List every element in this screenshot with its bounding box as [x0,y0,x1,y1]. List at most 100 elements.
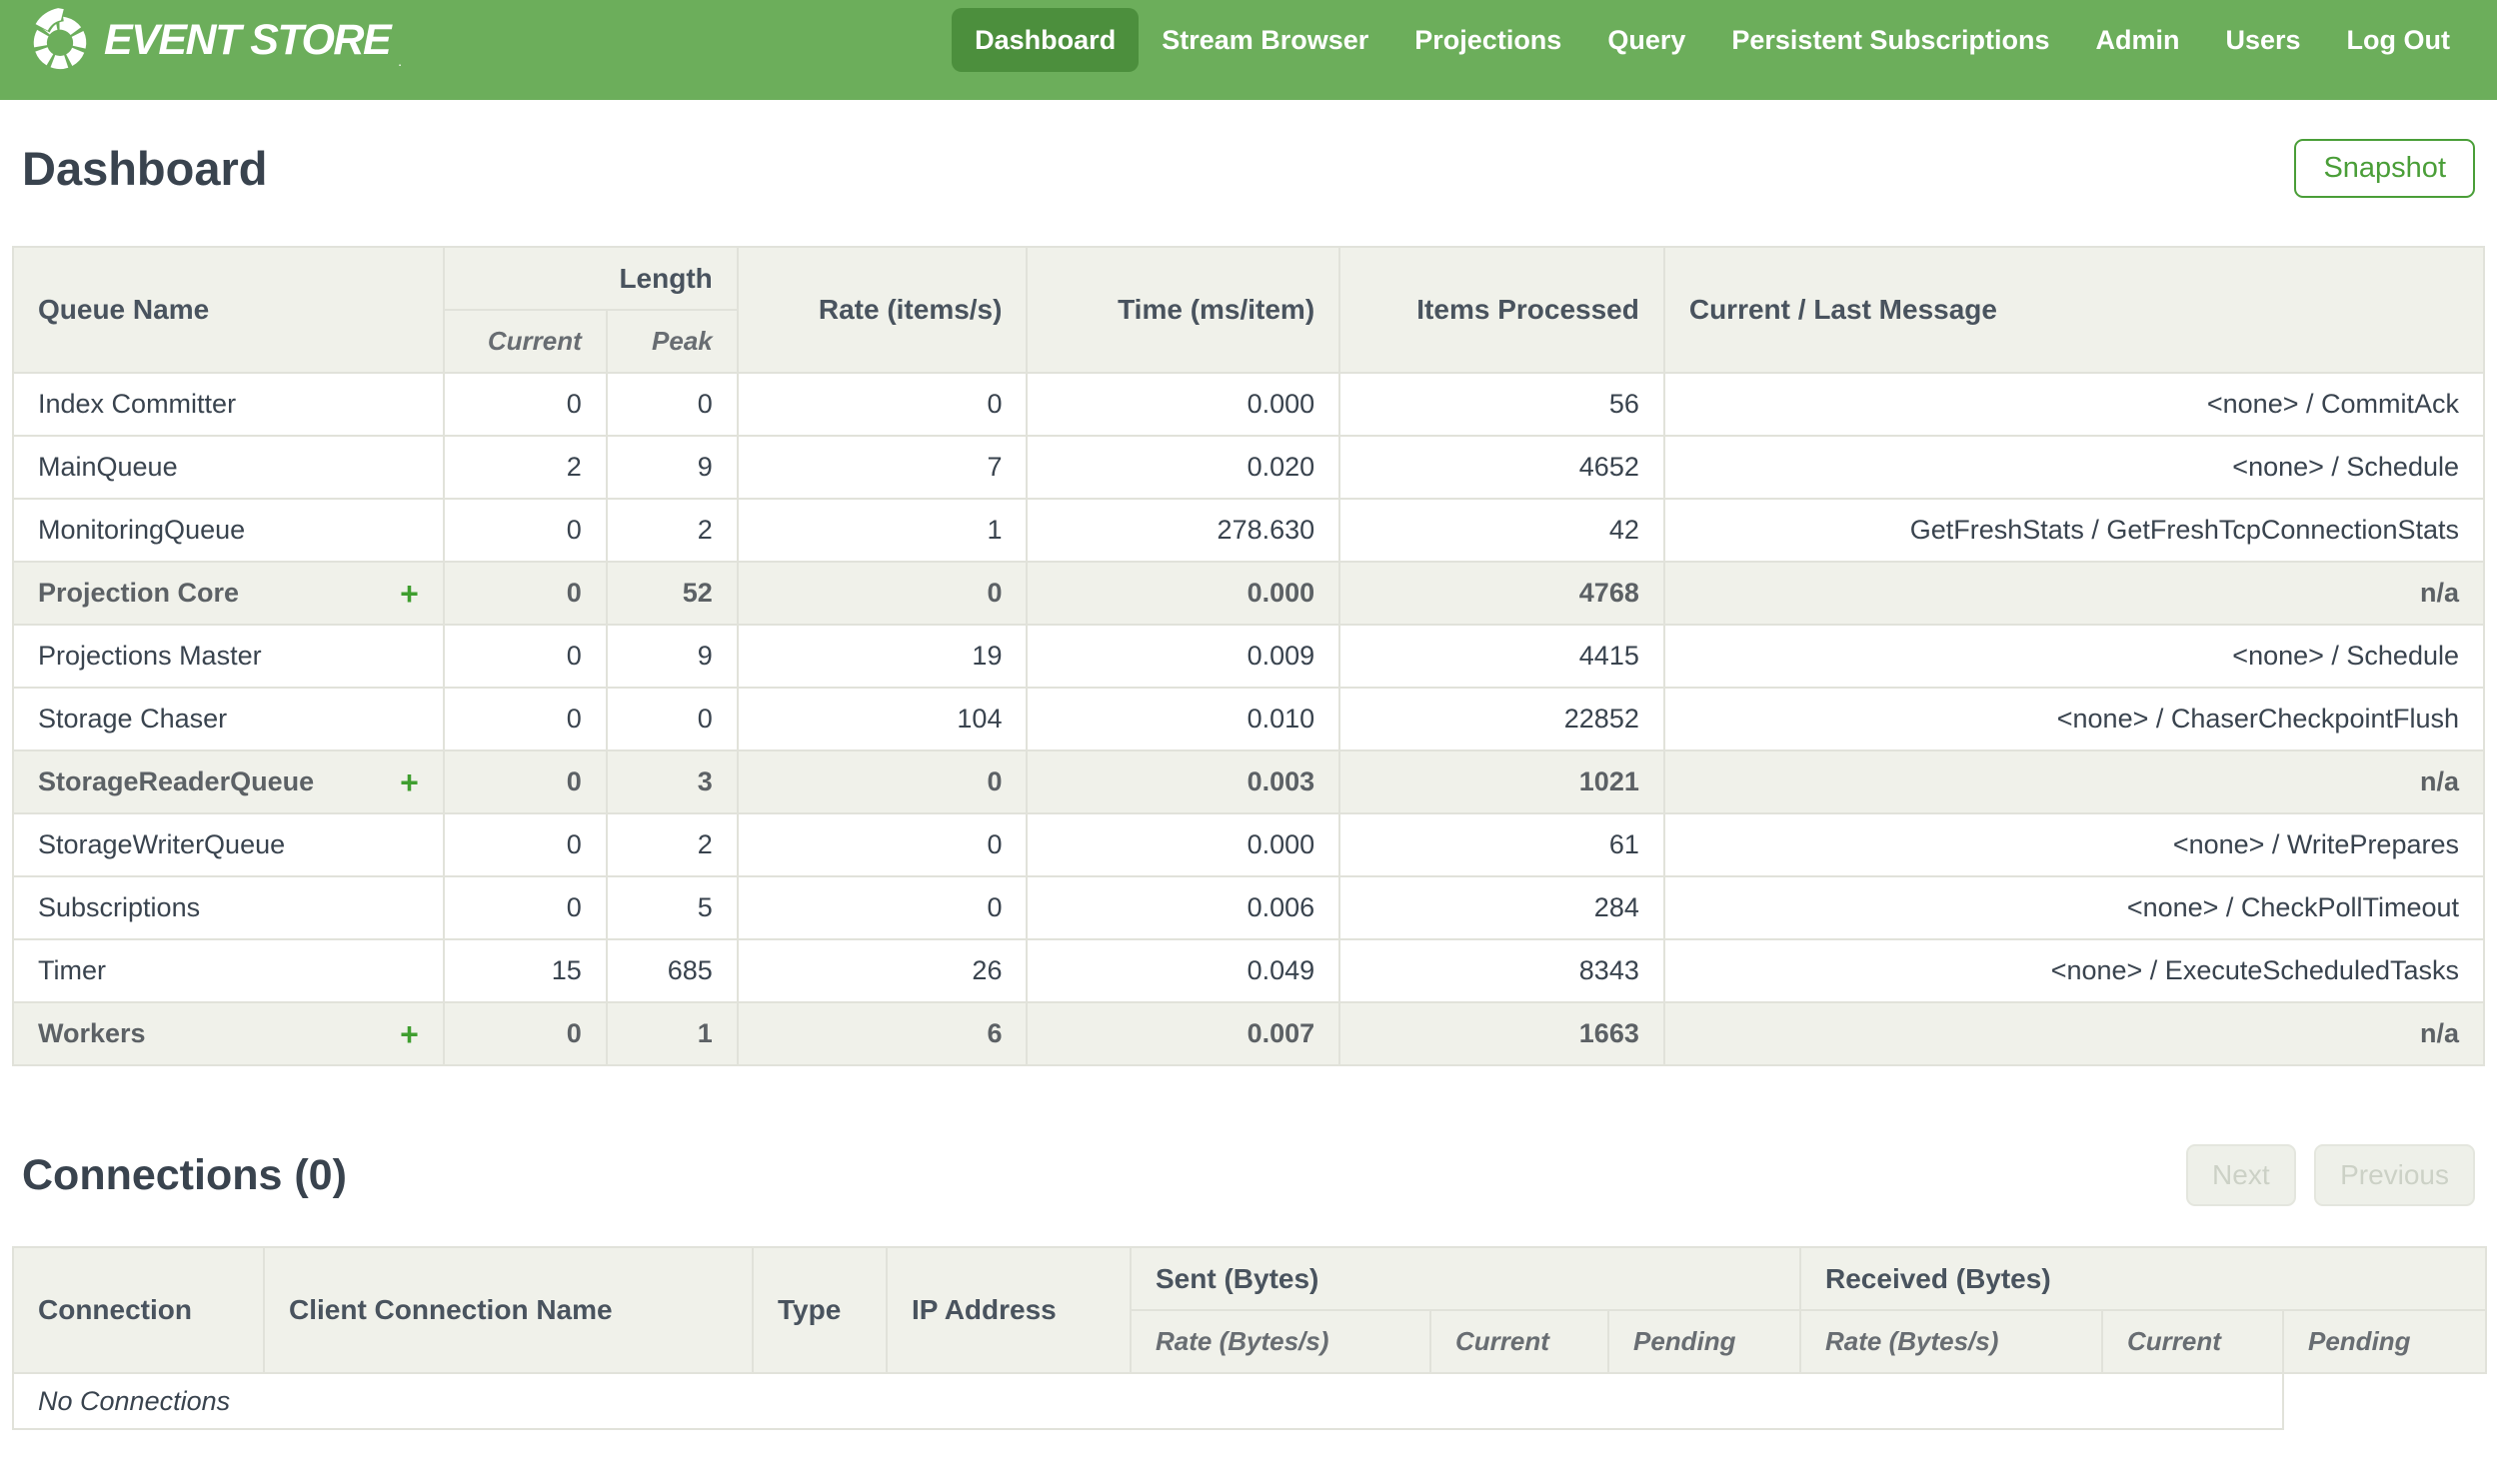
queue-name-cell: Storage Chaser [12,687,445,751]
queue-peak-cell: 0 [605,372,739,437]
queue-name: Projections Master [38,641,262,671]
queue-peak-cell: 2 [605,812,739,877]
queue-items-cell: 22852 [1338,687,1665,751]
next-button[interactable]: Next [2186,1144,2296,1206]
queue-current-cell: 0 [442,372,608,437]
col-type: Type [752,1246,888,1374]
connections-header-row: Connections (0) Next Previous [12,1140,2485,1210]
queue-time-cell: 278.630 [1026,498,1341,563]
col-client-connection-name: Client Connection Name [263,1246,754,1374]
queue-name: Projection Core [38,578,240,608]
col-length: Length [442,246,739,311]
queue-peak-cell: 5 [605,875,739,940]
queue-rate-cell: 7 [736,435,1029,500]
event-store-logo-icon [30,7,90,73]
queue-current-cell: 0 [442,749,608,814]
queue-current-cell: 0 [442,561,608,626]
queue-message-cell: n/a [1662,749,2486,814]
connections-title: Connections (0) [22,1150,347,1199]
queue-name: MonitoringQueue [38,515,246,545]
queue-name-cell: StorageReaderQueue + [12,749,445,814]
queue-items-cell: 4652 [1338,435,1665,500]
queues-table: Queue Name Length Rate (items/s) Time (m… [12,246,2486,1066]
queue-name-cell: MonitoringQueue [12,498,445,563]
queue-items-cell: 61 [1338,812,1665,877]
col-items-processed: Items Processed [1338,246,1665,374]
nav-item-query[interactable]: Query [1584,8,1708,72]
snapshot-button[interactable]: Snapshot [2294,138,2475,198]
nav-item-admin[interactable]: Admin [2072,8,2202,72]
page-title-row: Dashboard Snapshot [12,134,2485,202]
queue-current-cell: 0 [442,624,608,689]
queue-time-cell: 0.009 [1026,624,1341,689]
nav-item-users[interactable]: Users [2202,8,2323,72]
brand-wordmark: EVENT STORE [104,15,392,64]
queue-peak-cell: 0 [605,687,739,751]
col-received-bytes: Received (Bytes) [1798,1246,2488,1311]
queue-message-cell: <none> / CommitAck [1662,372,2486,437]
queue-row: Timer 15 685 26 0.049 8343 <none> / ExecuteSch… [12,938,2486,1003]
queue-message-cell: <none> / Schedule [1662,624,2486,689]
queue-rate-cell: 0 [736,372,1029,437]
queue-rate-cell: 26 [736,938,1029,1003]
queue-rate-cell: 0 [736,561,1029,626]
queue-peak-cell: 685 [605,938,739,1003]
queue-row: MonitoringQueue 0 2 1 278.630 42 GetFreshStats… [12,498,2486,563]
queue-peak-cell: 9 [605,435,739,500]
queue-message-cell: GetFreshStats / GetFreshTcpConnectionSta… [1662,498,2486,563]
queue-current-cell: 0 [442,687,608,751]
queue-time-cell: 0.003 [1026,749,1341,814]
queue-peak-cell: 9 [605,624,739,689]
queue-current-cell: 15 [442,938,608,1003]
queue-time-cell: 0.010 [1026,687,1341,751]
queue-time-cell: 0.000 [1026,812,1341,877]
queue-rate-cell: 1 [736,498,1029,563]
nav-item-log-out[interactable]: Log Out [2324,8,2473,72]
expand-plus-icon[interactable]: + [380,1018,419,1050]
queues-table-header: Queue Name Length Rate (items/s) Time (m… [12,246,2486,374]
col-ip-address: IP Address [886,1246,1132,1374]
queue-items-cell: 4415 [1338,624,1665,689]
no-connections-row: No Connections [12,1372,2486,1430]
expand-plus-icon[interactable]: + [380,766,419,798]
nav-item-stream-browser[interactable]: Stream Browser [1139,8,1391,72]
queue-peak-cell: 2 [605,498,739,563]
queue-group-row: Workers +0 1 6 0.007 1663 n/a [12,1001,2486,1066]
col-sent-pending: Pending [1607,1309,1801,1374]
queue-message-cell: <none> / ExecuteScheduledTasks [1662,938,2486,1003]
queue-row: Projections Master 0 9 19 0.009 4415 <none> / … [12,624,2486,689]
queue-group-row: StorageReaderQueue +0 3 0 0.003 1021 n/a [12,749,2486,814]
queue-rate-cell: 104 [736,687,1029,751]
queue-group-row: Projection Core +0 52 0 0.000 4768 n/a [12,561,2486,626]
queue-current-cell: 0 [442,812,608,877]
queue-name: Storage Chaser [38,704,228,734]
queue-row: Index Committer 0 0 0 0.000 56 <none> / Commit… [12,372,2486,437]
nav-item-dashboard[interactable]: Dashboard [952,8,1140,72]
queue-message-cell: <none> / WritePrepares [1662,812,2486,877]
queue-items-cell: 42 [1338,498,1665,563]
queue-time-cell: 0.006 [1026,875,1341,940]
queue-name: MainQueue [38,452,178,482]
queue-row: Storage Chaser 0 0 104 0.010 22852 <none> / Ch… [12,687,2486,751]
col-time: Time (ms/item) [1026,246,1341,374]
col-sent-rate: Rate (Bytes/s) [1130,1309,1431,1374]
queue-time-cell: 0.049 [1026,938,1341,1003]
queue-name-cell: MainQueue [12,435,445,500]
top-navbar: EVENT STORE . Dashboard Stream Browser Pro… [0,0,2497,100]
queue-rate-cell: 19 [736,624,1029,689]
queue-items-cell: 1021 [1338,749,1665,814]
no-connections-message: No Connections [12,1372,2284,1430]
col-received-rate: Rate (Bytes/s) [1799,1309,2103,1374]
brand[interactable]: EVENT STORE . [30,7,402,73]
queue-row: MainQueue 2 9 7 0.020 4652 <none> / Schedule [12,435,2486,500]
nav-item-persistent-subscriptions[interactable]: Persistent Subscriptions [1708,8,2072,72]
previous-button[interactable]: Previous [2314,1144,2475,1206]
queue-name-cell: Projection Core + [12,561,445,626]
connections-pager: Next Previous [2172,1144,2475,1206]
nav-item-projections[interactable]: Projections [1391,8,1584,72]
queue-peak-cell: 1 [605,1001,739,1066]
queue-name: Timer [38,955,106,985]
col-length-peak: Peak [605,309,739,374]
col-message: Current / Last Message [1662,246,2486,374]
expand-plus-icon[interactable]: + [380,578,419,610]
